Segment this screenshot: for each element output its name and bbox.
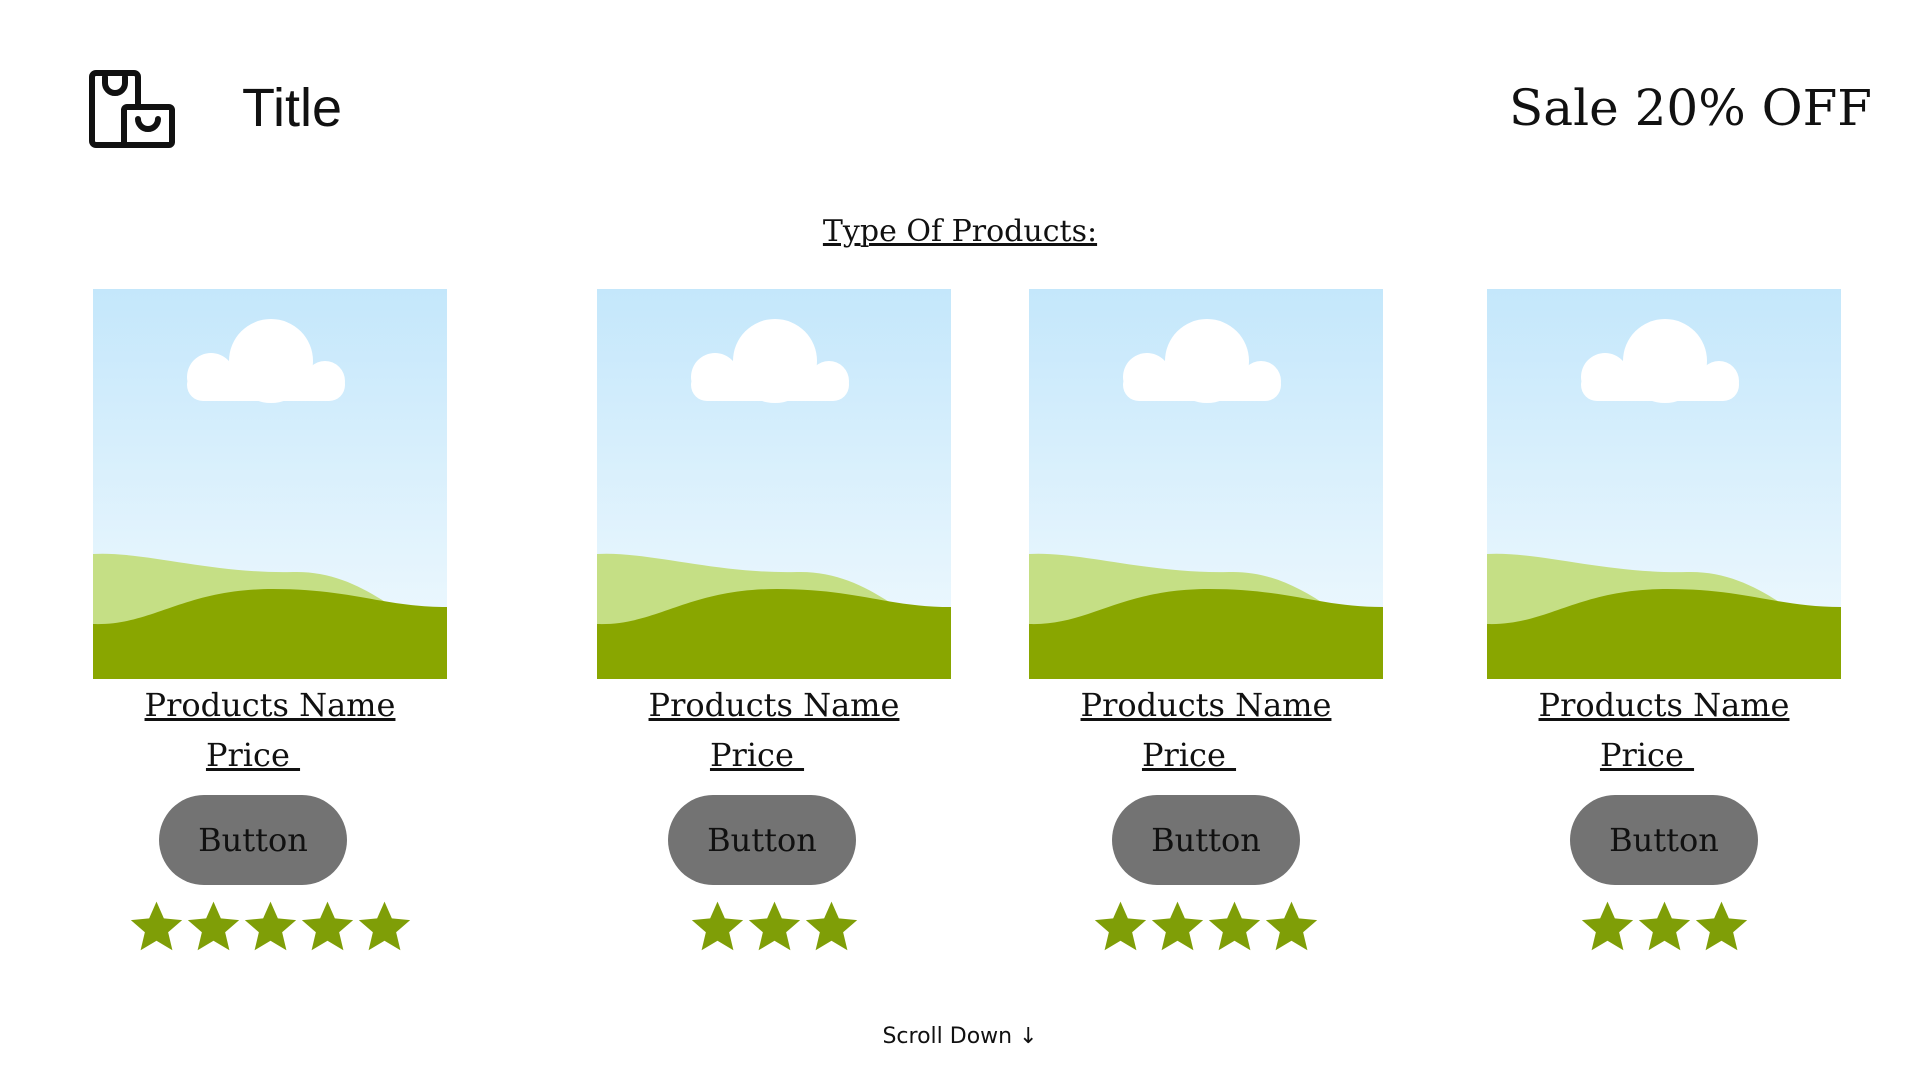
section-heading: Type Of Products: bbox=[822, 214, 1098, 249]
product-price: Price bbox=[1141, 736, 1237, 774]
star-icon bbox=[187, 901, 239, 950]
star-icon bbox=[1208, 901, 1261, 950]
rating-stars bbox=[93, 891, 447, 961]
product-button[interactable]: Button bbox=[159, 795, 347, 885]
product-image bbox=[1029, 289, 1383, 679]
star-icon bbox=[1695, 901, 1747, 950]
star-icon bbox=[244, 901, 296, 950]
sale-banner: Sale 20% OFF bbox=[1509, 79, 1872, 137]
product-image bbox=[93, 289, 447, 679]
shopping-bags-icon bbox=[89, 70, 175, 148]
star-icon bbox=[1638, 901, 1690, 950]
scroll-down-hint[interactable]: Scroll Down ↓ bbox=[0, 1022, 1920, 1052]
rating-stars bbox=[597, 891, 951, 961]
star-icon bbox=[1265, 901, 1318, 950]
product-name[interactable]: Products Name bbox=[93, 683, 447, 727]
page-title: Title bbox=[242, 78, 343, 138]
star-icon bbox=[691, 901, 743, 950]
product-card: Products Name Price Button bbox=[597, 289, 951, 950]
star-icon bbox=[748, 901, 800, 950]
rating-stars bbox=[1029, 891, 1383, 961]
rating-stars bbox=[1487, 891, 1841, 961]
product-button[interactable]: Button bbox=[1570, 795, 1758, 885]
product-image bbox=[1487, 289, 1841, 679]
product-name[interactable]: Products Name bbox=[1029, 683, 1383, 727]
product-card: Products Name Price Button bbox=[1029, 289, 1383, 950]
star-icon bbox=[1151, 901, 1204, 950]
product-name[interactable]: Products Name bbox=[597, 683, 951, 727]
star-icon bbox=[130, 901, 182, 950]
product-card: Products Name Price Button bbox=[1487, 289, 1841, 950]
product-price: Price bbox=[1599, 736, 1695, 774]
star-icon bbox=[805, 901, 857, 950]
product-name[interactable]: Products Name bbox=[1487, 683, 1841, 727]
product-card: Products Name Price Button bbox=[93, 289, 447, 950]
star-icon bbox=[1094, 901, 1147, 950]
product-price: Price bbox=[709, 736, 805, 774]
product-button[interactable]: Button bbox=[1112, 795, 1300, 885]
star-icon bbox=[358, 901, 410, 950]
product-button[interactable]: Button bbox=[668, 795, 856, 885]
product-image bbox=[597, 289, 951, 679]
product-price: Price bbox=[205, 736, 301, 774]
star-icon bbox=[1581, 901, 1633, 950]
star-icon bbox=[301, 901, 353, 950]
